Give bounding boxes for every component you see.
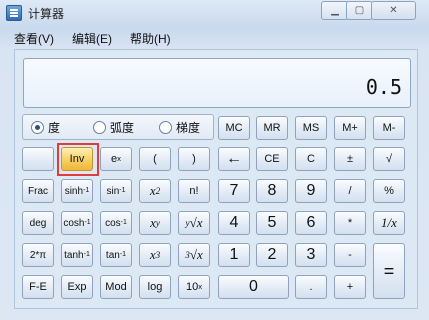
deg-button[interactable]: deg bbox=[22, 211, 54, 235]
fe-button[interactable]: F-E bbox=[22, 275, 54, 299]
frac-button[interactable]: Frac bbox=[22, 179, 54, 203]
result-display: 0.5 bbox=[23, 58, 411, 108]
acos-button[interactable]: cos -1 bbox=[100, 211, 132, 235]
ten-power-button[interactable]: 10 x bbox=[178, 275, 210, 299]
selection-highlight bbox=[57, 143, 99, 176]
add-button[interactable]: + bbox=[334, 275, 366, 299]
cube-button[interactable]: x3 bbox=[139, 243, 171, 267]
digit-2-button[interactable]: 2 bbox=[256, 243, 288, 267]
two-pi-button[interactable]: 2*π bbox=[22, 243, 54, 267]
menu-help[interactable]: 帮助(H) bbox=[130, 30, 171, 48]
radio-gradians[interactable]: 梯度 bbox=[159, 119, 200, 136]
negate-button[interactable]: ± bbox=[334, 147, 366, 171]
percent-button[interactable]: % bbox=[373, 179, 405, 203]
power-button[interactable]: xy bbox=[139, 211, 171, 235]
digit-9-button[interactable]: 9 bbox=[295, 179, 327, 203]
angle-mode-group: 度 弧度 梯度 bbox=[22, 114, 214, 140]
radio-radians[interactable]: 弧度 bbox=[93, 119, 134, 136]
clear-button[interactable]: C bbox=[295, 147, 327, 171]
digit-0-button[interactable]: 0 bbox=[218, 275, 289, 299]
m-minus-button[interactable]: M- bbox=[373, 116, 405, 140]
close-paren-button[interactable]: ) bbox=[178, 147, 210, 171]
equals-button[interactable]: = bbox=[373, 243, 405, 299]
asin-button[interactable]: sin -1 bbox=[100, 179, 132, 203]
atan-button[interactable]: tan -1 bbox=[100, 243, 132, 267]
digit-1-button[interactable]: 1 bbox=[218, 243, 250, 267]
menu-bar: 查看(V) 编辑(E) 帮助(H) bbox=[14, 30, 171, 48]
square-button[interactable]: x2 bbox=[139, 179, 171, 203]
menu-edit[interactable]: 编辑(E) bbox=[72, 30, 112, 48]
minimize-icon: ▁ bbox=[331, 5, 339, 16]
open-paren-button[interactable]: ( bbox=[139, 147, 171, 171]
mr-button[interactable]: MR bbox=[256, 116, 288, 140]
digit-7-button[interactable]: 7 bbox=[218, 179, 250, 203]
minimize-button[interactable]: ▁ bbox=[321, 1, 349, 20]
digit-4-button[interactable]: 4 bbox=[218, 211, 250, 235]
acosh-button[interactable]: cosh -1 bbox=[61, 211, 93, 235]
display-value: 0.5 bbox=[365, 75, 402, 99]
close-icon: ✕ bbox=[389, 5, 398, 16]
menu-view[interactable]: 查看(V) bbox=[14, 30, 54, 48]
digit-6-button[interactable]: 6 bbox=[295, 211, 327, 235]
radio-degrees[interactable]: 度 bbox=[31, 119, 60, 136]
calculator-window: 计算器 ▁ ▢ ✕ 查看(V) 编辑(E) 帮助(H) 0.5 度 弧度 梯度 … bbox=[0, 0, 429, 320]
close-button[interactable]: ✕ bbox=[371, 1, 416, 20]
radio-label: 梯度 bbox=[176, 121, 201, 135]
ms-button[interactable]: MS bbox=[295, 116, 327, 140]
maximize-icon: ▢ bbox=[354, 5, 365, 16]
multiply-button[interactable]: * bbox=[334, 211, 366, 235]
reciprocal-button[interactable]: 1/x bbox=[373, 211, 405, 235]
sqrt-button[interactable]: √ bbox=[373, 147, 405, 171]
radio-label: 弧度 bbox=[110, 121, 135, 135]
m-plus-button[interactable]: M+ bbox=[334, 116, 366, 140]
radio-dot-selected bbox=[31, 121, 44, 134]
backspace-button[interactable]: ← bbox=[218, 147, 250, 171]
mod-button[interactable]: Mod bbox=[100, 275, 132, 299]
blank-button[interactable] bbox=[22, 147, 54, 171]
digit-3-button[interactable]: 3 bbox=[295, 243, 327, 267]
mc-button[interactable]: MC bbox=[218, 116, 250, 140]
title-bar: 计算器 ▁ ▢ ✕ bbox=[0, 0, 429, 26]
factorial-button[interactable]: n! bbox=[178, 179, 210, 203]
log-button[interactable]: log bbox=[139, 275, 171, 299]
decimal-button[interactable]: . bbox=[295, 275, 327, 299]
maximize-button[interactable]: ▢ bbox=[346, 1, 373, 20]
yroot-button[interactable]: y √x bbox=[178, 211, 210, 235]
ce-button[interactable]: CE bbox=[256, 147, 288, 171]
digit-5-button[interactable]: 5 bbox=[256, 211, 288, 235]
calculator-app-icon bbox=[6, 5, 22, 21]
radio-dot bbox=[159, 121, 172, 134]
digit-8-button[interactable]: 8 bbox=[256, 179, 288, 203]
exp-e-button[interactable]: ex bbox=[100, 147, 132, 171]
radio-dot bbox=[93, 121, 106, 134]
subtract-button[interactable]: - bbox=[334, 243, 366, 267]
divide-button[interactable]: / bbox=[334, 179, 366, 203]
asinh-button[interactable]: sinh -1 bbox=[61, 179, 93, 203]
cube-root-button[interactable]: 3 √x bbox=[178, 243, 210, 267]
atanh-button[interactable]: tanh -1 bbox=[61, 243, 93, 267]
window-title: 计算器 bbox=[28, 7, 65, 21]
radio-label: 度 bbox=[48, 121, 61, 135]
exp-button[interactable]: Exp bbox=[61, 275, 93, 299]
